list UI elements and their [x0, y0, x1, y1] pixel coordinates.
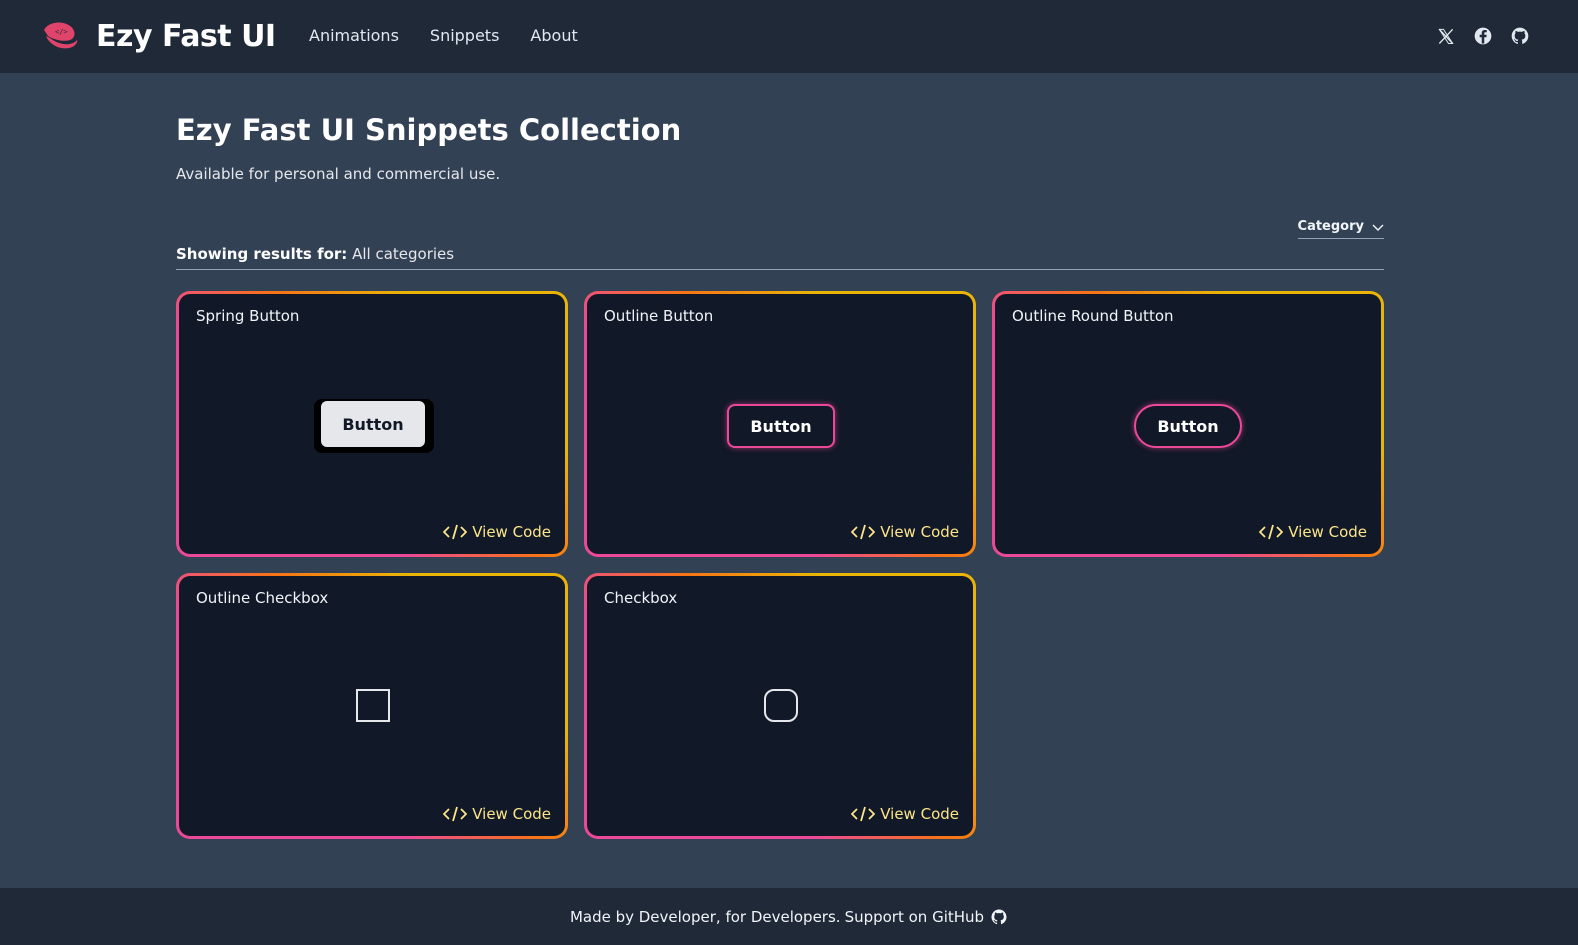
facebook-icon[interactable] — [1473, 26, 1493, 46]
category-dropdown[interactable]: Category — [1297, 219, 1384, 239]
view-code-button[interactable]: View Code — [851, 805, 959, 823]
view-code-button[interactable]: View Code — [1259, 523, 1367, 541]
card-title: Outline Checkbox — [196, 589, 329, 607]
nav-about[interactable]: About — [530, 26, 577, 45]
snippet-card-outline-round-button[interactable]: Outline Round Button Button View Code — [992, 291, 1384, 557]
nav-animations[interactable]: Animations — [309, 26, 399, 45]
footer-text: Made by Developer, for Developers. — [569, 907, 841, 926]
card-body: Spring Button Button View Code — [179, 294, 565, 554]
outline-round-button-preview[interactable]: Button — [1134, 404, 1242, 448]
card-body: Checkbox View Code — [587, 576, 973, 836]
snippet-card-checkbox[interactable]: Checkbox View Code — [584, 573, 976, 839]
brand-title: Ezy Fast UI — [96, 18, 276, 54]
divider — [176, 269, 1384, 270]
nav-snippets[interactable]: Snippets — [430, 26, 500, 45]
card-title: Outline Round Button — [1012, 307, 1174, 325]
code-icon — [443, 806, 468, 822]
view-code-label: View Code — [472, 523, 551, 541]
view-code-label: View Code — [880, 523, 959, 541]
page-title: Ezy Fast UI Snippets Collection — [176, 113, 682, 147]
card-body: Outline Round Button Button View Code — [995, 294, 1381, 554]
top-navbar: </> Ezy Fast UI Animations Snippets Abou… — [0, 0, 1578, 73]
results-value: All categories — [352, 245, 455, 263]
view-code-button[interactable]: View Code — [851, 523, 959, 541]
footer: Made by Developer, for Developers. Suppo… — [0, 888, 1578, 945]
chevron-down-icon — [1372, 224, 1384, 231]
results-prefix: Showing results for: — [176, 245, 348, 263]
card-title: Outline Button — [604, 307, 714, 325]
view-code-button[interactable]: View Code — [443, 805, 551, 823]
snippet-card-outline-button[interactable]: Outline Button Button View Code — [584, 291, 976, 557]
view-code-label: View Code — [472, 805, 551, 823]
card-title: Checkbox — [604, 589, 678, 607]
main-nav: Animations Snippets About — [309, 26, 609, 45]
category-label: Category — [1297, 219, 1364, 234]
snippet-card-spring-button[interactable]: Spring Button Button View Code — [176, 291, 568, 557]
results-summary: Showing results for: All categories — [176, 245, 454, 263]
spring-button-preview[interactable]: Button — [314, 399, 434, 453]
spring-button-label: Button — [321, 401, 425, 447]
view-code-label: View Code — [880, 805, 959, 823]
social-links — [1436, 26, 1530, 46]
code-icon — [1259, 524, 1284, 540]
code-icon — [851, 524, 876, 540]
page-subtitle: Available for personal and commercial us… — [176, 165, 501, 183]
outline-checkbox-preview[interactable] — [356, 689, 390, 722]
view-code-label: View Code — [1288, 523, 1367, 541]
svg-text:</>: </> — [55, 28, 68, 36]
snippet-card-outline-checkbox[interactable]: Outline Checkbox View Code — [176, 573, 568, 839]
card-body: Outline Checkbox View Code — [179, 576, 565, 836]
card-title: Spring Button — [196, 307, 300, 325]
checkbox-preview[interactable] — [764, 689, 798, 722]
github-icon[interactable] — [1510, 26, 1530, 46]
footer-github-link[interactable]: Support on GitHub — [845, 908, 985, 926]
github-icon[interactable] — [990, 908, 1008, 926]
outline-button-preview[interactable]: Button — [727, 404, 835, 448]
card-body: Outline Button Button View Code — [587, 294, 973, 554]
code-icon — [443, 524, 468, 540]
brand[interactable]: </> Ezy Fast UI — [40, 16, 276, 56]
view-code-button[interactable]: View Code — [443, 523, 551, 541]
x-icon[interactable] — [1436, 26, 1456, 46]
brand-logo-icon: </> — [44, 22, 78, 49]
code-icon — [851, 806, 876, 822]
